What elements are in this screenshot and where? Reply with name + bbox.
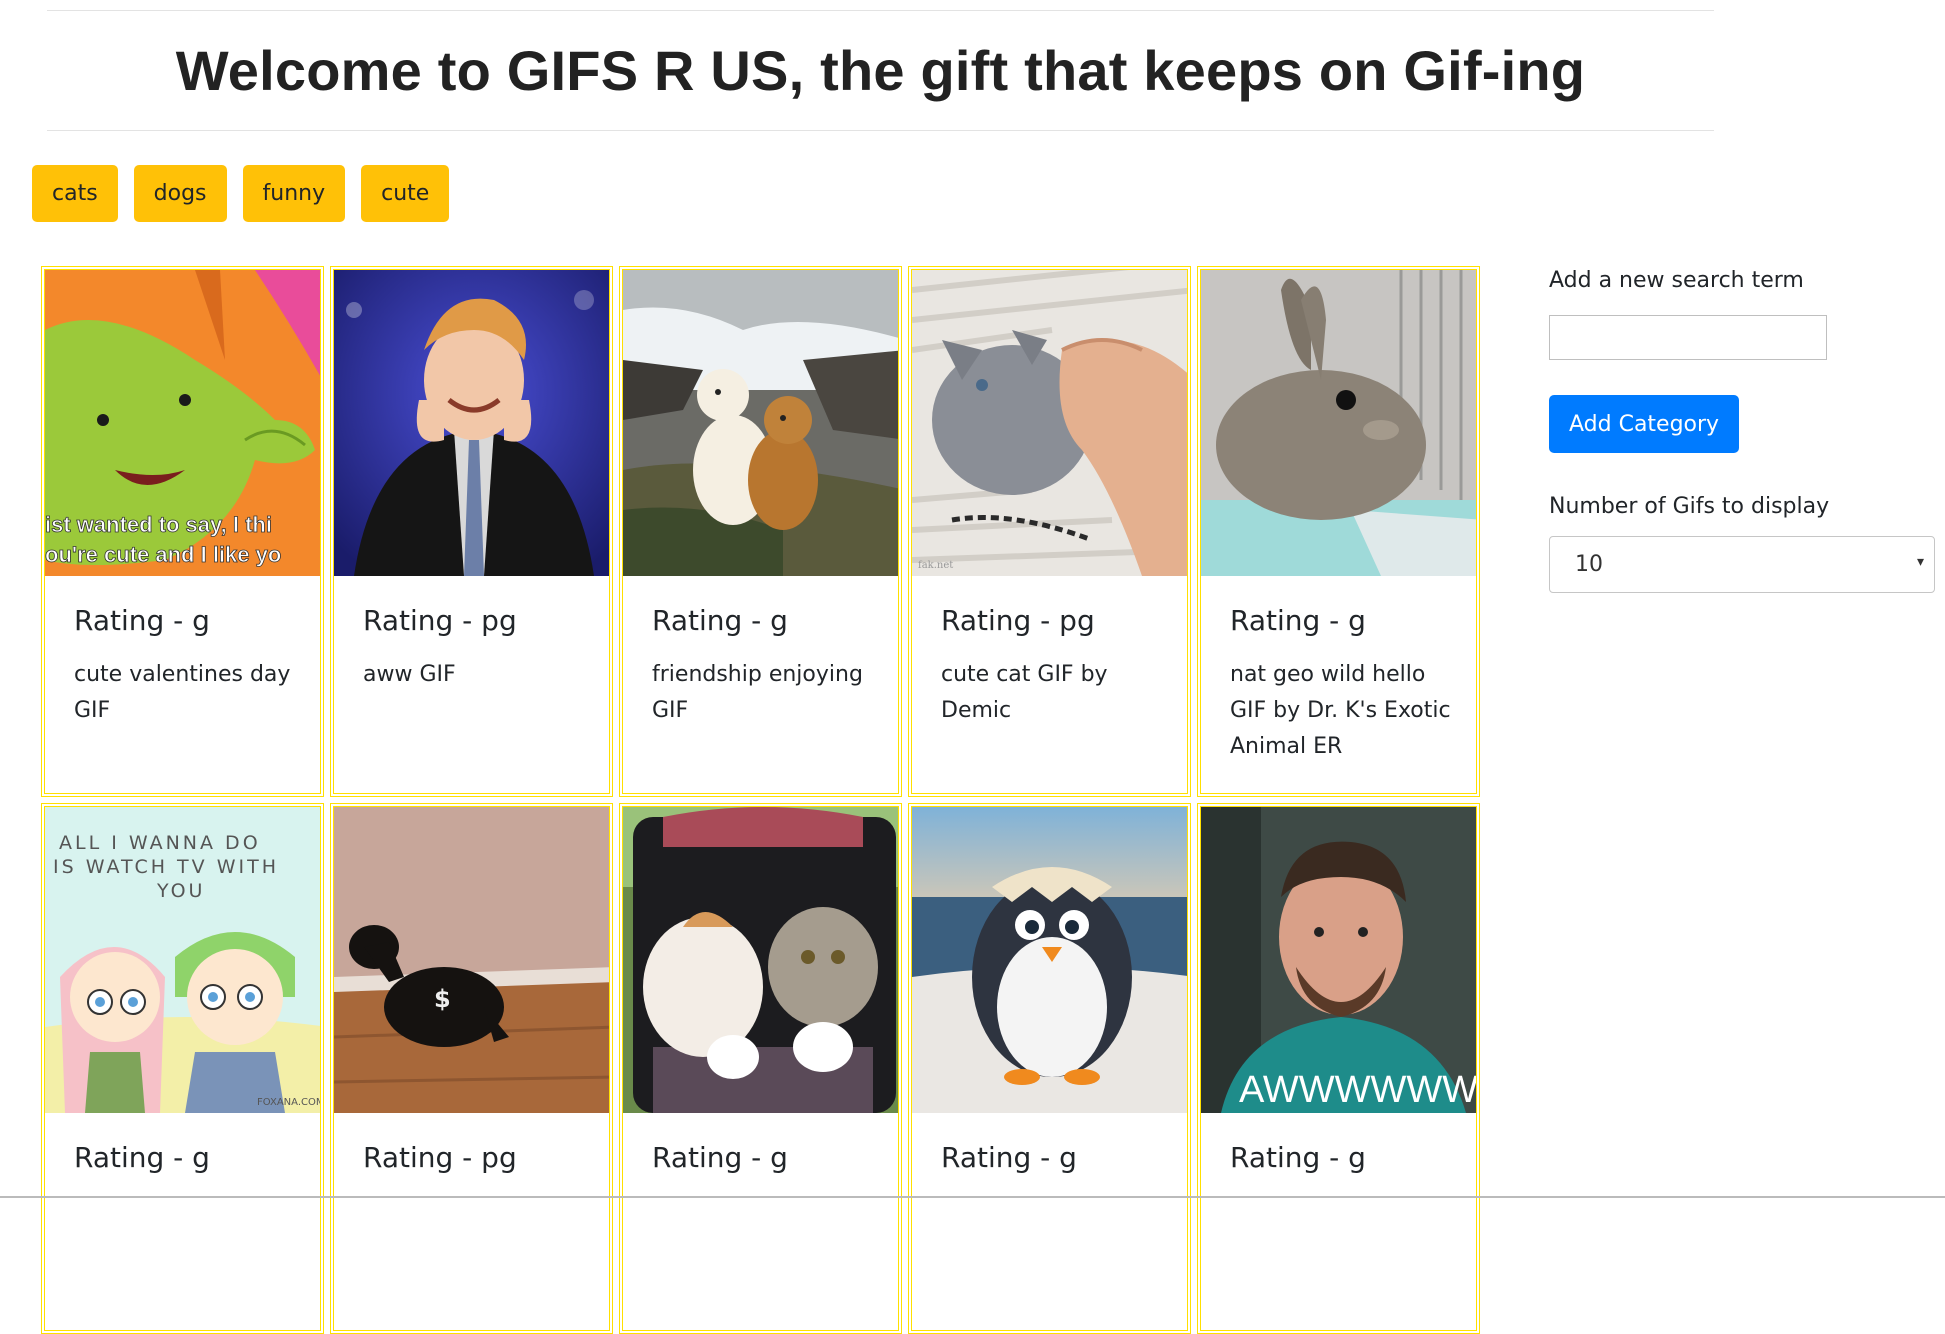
- gif-card[interactable]: $ Rating - pg: [330, 803, 613, 1334]
- gif-card[interactable]: ALL I WANNA DO IS WATCH TV WITH YOU FOXA…: [41, 803, 324, 1334]
- gif-overlay-text-1: ALL I WANNA DO: [59, 832, 261, 854]
- gif-card[interactable]: Rating - g: [908, 803, 1191, 1334]
- gif-image-kitten-hand[interactable]: fak.net: [912, 270, 1187, 576]
- gif-image-couple-cartoon[interactable]: ALL I WANNA DO IS WATCH TV WITH YOU FOXA…: [45, 807, 320, 1113]
- gif-caption: aww GIF: [363, 662, 456, 687]
- gif-count-label: Number of Gifs to display: [1549, 494, 1830, 519]
- gif-rating: Rating - pg: [363, 604, 517, 637]
- category-button-funny[interactable]: funny: [242, 165, 346, 222]
- gif-image-green-elephant[interactable]: ist wanted to say, I thi ou're cute and …: [45, 270, 320, 576]
- gif-card[interactable]: ist wanted to say, I thi ou're cute and …: [41, 266, 324, 797]
- gif-caption: nat geo wild hello GIF by Dr. K's Exotic…: [1230, 662, 1451, 759]
- gif-card[interactable]: Rating - g friendship enjoying GIF: [619, 266, 902, 797]
- gif-card[interactable]: fak.net Rating - pg cute cat GIF by Demi…: [908, 266, 1191, 797]
- search-term-input[interactable]: [1549, 315, 1827, 360]
- gif-caption: friendship enjoying GIF: [652, 662, 863, 723]
- gif-image-cats-stroller[interactable]: [623, 807, 898, 1113]
- gif-rating: Rating - g: [652, 604, 788, 637]
- gif-rating: Rating - g: [1230, 604, 1366, 637]
- gif-overlay-text-3: YOU: [156, 880, 205, 902]
- gif-watermark: fak.net: [918, 560, 953, 571]
- gif-count-select[interactable]: 10 ▾: [1549, 536, 1935, 593]
- gif-count-value: 10: [1575, 552, 1603, 577]
- gif-rating: Rating - g: [941, 1141, 1077, 1174]
- header-divider-top: [47, 10, 1714, 11]
- page-title: Welcome to GIFS R US, the gift that keep…: [175, 39, 1586, 102]
- gif-overlay-text-1: ist wanted to say, I thi: [45, 512, 272, 537]
- header-divider-bottom: [47, 130, 1714, 131]
- gif-rating: Rating - g: [74, 1141, 210, 1174]
- gif-image-bunny[interactable]: [1201, 270, 1476, 576]
- gif-symbol: $: [434, 985, 451, 1013]
- gif-card[interactable]: Rating - pg aww GIF: [330, 266, 613, 797]
- gif-card[interactable]: Rating - g: [619, 803, 902, 1334]
- gif-rating: Rating - g: [74, 604, 210, 637]
- gif-grid: ist wanted to say, I thi ou're cute and …: [41, 266, 1481, 1334]
- category-buttons: cats dogs funny cute: [32, 165, 450, 222]
- gif-card[interactable]: AWWWWWW Rating - g: [1197, 803, 1480, 1334]
- category-button-dogs[interactable]: dogs: [133, 165, 227, 222]
- gif-rating: Rating - pg: [363, 1141, 517, 1174]
- sidebar-form: Add a new search term Add Category Numbe…: [1549, 268, 1939, 593]
- gif-caption: cute cat GIF by Demic: [941, 662, 1108, 723]
- gif-rating: Rating - g: [1230, 1141, 1366, 1174]
- gif-image-man-teal-shirt[interactable]: AWWWWWW: [1201, 807, 1476, 1113]
- gif-overlay-text-2: ou're cute and I like yo: [45, 542, 281, 567]
- gif-image-dachshund[interactable]: $: [334, 807, 609, 1113]
- page-bottom-edge: [0, 1196, 1945, 1198]
- chevron-down-icon: ▾: [1916, 554, 1924, 570]
- gif-watermark: FOXANA.COM: [257, 1097, 320, 1108]
- gif-image-man-blushing[interactable]: [334, 270, 609, 576]
- category-button-cats[interactable]: cats: [32, 165, 118, 222]
- add-category-button[interactable]: Add Category: [1549, 395, 1740, 453]
- gif-overlay-text-1: AWWWWWW: [1239, 1069, 1476, 1111]
- search-term-label: Add a new search term: [1549, 268, 1804, 293]
- gif-overlay-text-2: IS WATCH TV WITH: [53, 856, 279, 878]
- gif-image-dogs-waterfall[interactable]: [623, 270, 898, 576]
- category-button-cute[interactable]: cute: [361, 165, 450, 222]
- gif-card[interactable]: Rating - g nat geo wild hello GIF by Dr.…: [1197, 266, 1480, 797]
- gif-caption: cute valentines day GIF: [74, 662, 291, 723]
- gif-rating: Rating - g: [652, 1141, 788, 1174]
- gif-image-baby-penguin[interactable]: [912, 807, 1187, 1113]
- gif-rating: Rating - pg: [941, 604, 1095, 637]
